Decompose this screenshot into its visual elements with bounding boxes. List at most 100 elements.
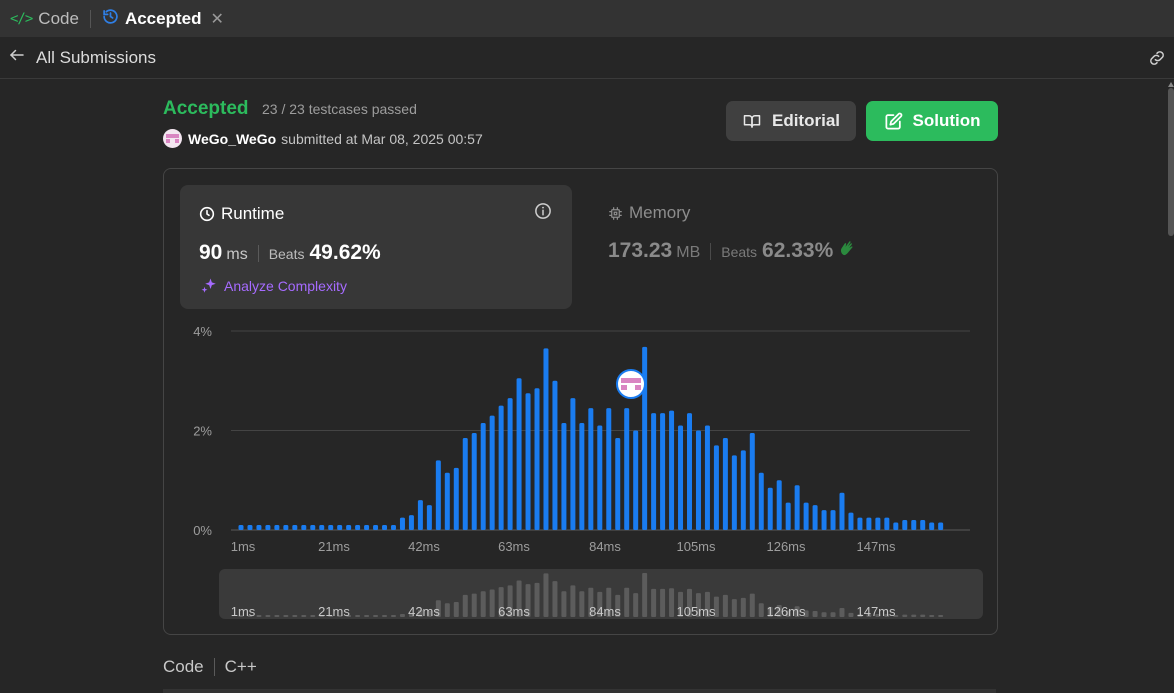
author-line: WeGo_WeGo submitted at Mar 08, 2025 00:5… xyxy=(163,129,483,148)
overview-bar xyxy=(310,615,316,617)
chart-bar xyxy=(507,398,513,530)
edit-icon xyxy=(885,112,902,129)
editorial-label: Editorial xyxy=(771,111,840,130)
overview-bar xyxy=(722,594,728,617)
overview-bar xyxy=(561,591,567,617)
divider xyxy=(213,658,215,676)
chart-bar xyxy=(471,432,477,530)
chart-bar xyxy=(301,525,307,530)
chart-bar xyxy=(346,525,352,530)
chart-bar xyxy=(435,460,441,530)
chart-bar xyxy=(292,525,298,530)
chart-bar xyxy=(238,525,244,530)
overview-tick-label: 147ms xyxy=(856,604,896,619)
chart-bar xyxy=(902,520,908,530)
chart-bar xyxy=(767,487,773,530)
overview-bar xyxy=(633,593,639,617)
sub-header: All Submissions xyxy=(0,38,1174,79)
chart-bar xyxy=(489,415,495,530)
chart-bar xyxy=(749,432,755,530)
chart-bar xyxy=(337,525,343,530)
chart-bar xyxy=(534,388,540,530)
chart-bar xyxy=(390,525,396,530)
overview-bar xyxy=(812,611,818,617)
chart-bar xyxy=(803,502,809,530)
chart-bar xyxy=(247,525,253,530)
overview-bar xyxy=(489,589,495,617)
overview-bar xyxy=(480,591,486,617)
overview-bar xyxy=(301,615,307,617)
tab-code-label: Code xyxy=(38,8,79,28)
scroll-up-arrow[interactable] xyxy=(1168,82,1174,87)
chart-bar xyxy=(812,505,818,530)
overview-bar xyxy=(471,593,477,617)
overview-tick-label: 126ms xyxy=(766,604,806,619)
chart-bar xyxy=(364,525,370,530)
runtime-distribution-chart[interactable]: 4% 2% 0% 1ms 21ms 42ms 63ms 84ms 105ms 126ms 147ms… xyxy=(164,169,997,634)
avatar[interactable] xyxy=(163,129,182,148)
tab-code[interactable]: </> Code xyxy=(0,0,79,37)
tab-bar: </> Code Accepted ✕ xyxy=(0,0,1174,37)
result-panel: Runtime 90 ms Beats 49.62% Analyze Compl… xyxy=(163,168,998,635)
submission-marker-avatar xyxy=(635,385,641,390)
overview-tick-label: 105ms xyxy=(676,604,716,619)
chart-bar xyxy=(328,525,334,530)
overview-bar xyxy=(758,603,764,617)
chart-bar xyxy=(713,445,719,530)
y-tick-label: 2% xyxy=(193,424,212,439)
chart-bar xyxy=(355,525,361,530)
overview-bar xyxy=(283,615,289,617)
chart-bar xyxy=(911,520,917,530)
tab-accepted-label: Accepted xyxy=(124,8,202,28)
overview-bar xyxy=(355,615,361,617)
solution-button[interactable]: Solution xyxy=(866,101,998,141)
chart-bar xyxy=(731,455,737,530)
chart-bar xyxy=(866,517,872,530)
overview-bar xyxy=(543,573,549,617)
chart-bar xyxy=(848,512,854,530)
all-submissions-link[interactable]: All Submissions xyxy=(36,48,156,68)
overview-bar xyxy=(902,614,908,617)
chart-bar xyxy=(256,525,262,530)
x-tick-label: 63ms xyxy=(498,539,530,554)
chart-bar xyxy=(758,472,764,530)
overview-bar xyxy=(552,581,558,617)
code-label: Code xyxy=(163,657,204,676)
tab-divider xyxy=(89,9,91,28)
x-tick-label: 105ms xyxy=(676,539,716,554)
back-arrow-icon[interactable] xyxy=(8,46,28,70)
chart-bar xyxy=(462,437,468,530)
chart-bar xyxy=(642,346,648,530)
chart-bar xyxy=(660,413,666,530)
overview-bar xyxy=(660,588,666,617)
overview-tick-label: 21ms xyxy=(318,604,350,619)
author-name[interactable]: WeGo_WeGo xyxy=(188,131,276,147)
overview-bar xyxy=(462,594,468,617)
chart-bar xyxy=(704,425,710,530)
overview-bar xyxy=(624,587,630,617)
editorial-button[interactable]: Editorial xyxy=(726,101,856,141)
code-header: Code C++ xyxy=(163,657,257,677)
overview-bar xyxy=(274,615,280,617)
share-link-icon[interactable] xyxy=(1146,48,1168,73)
chart-bar xyxy=(319,525,325,530)
overview-tick-label: 42ms xyxy=(408,604,440,619)
overview-bar xyxy=(390,615,396,617)
x-tick-label: 126ms xyxy=(766,539,806,554)
chart-bar xyxy=(920,520,926,530)
chart-bar xyxy=(597,425,603,530)
overview-bar xyxy=(731,599,737,617)
overview-bar xyxy=(444,603,450,617)
overview-bar xyxy=(399,614,405,617)
chart-bar xyxy=(624,408,630,530)
overview-bar xyxy=(570,585,576,617)
overview-bar xyxy=(749,593,755,617)
chart-bar xyxy=(678,425,684,530)
scrollbar-thumb[interactable] xyxy=(1168,88,1174,236)
overview-bar xyxy=(364,615,370,617)
overview-bar xyxy=(911,614,917,617)
tab-accepted[interactable]: Accepted ✕ xyxy=(102,0,224,37)
overview-bar xyxy=(669,588,675,617)
close-icon[interactable]: ✕ xyxy=(210,9,223,29)
overview-bar xyxy=(642,573,648,617)
